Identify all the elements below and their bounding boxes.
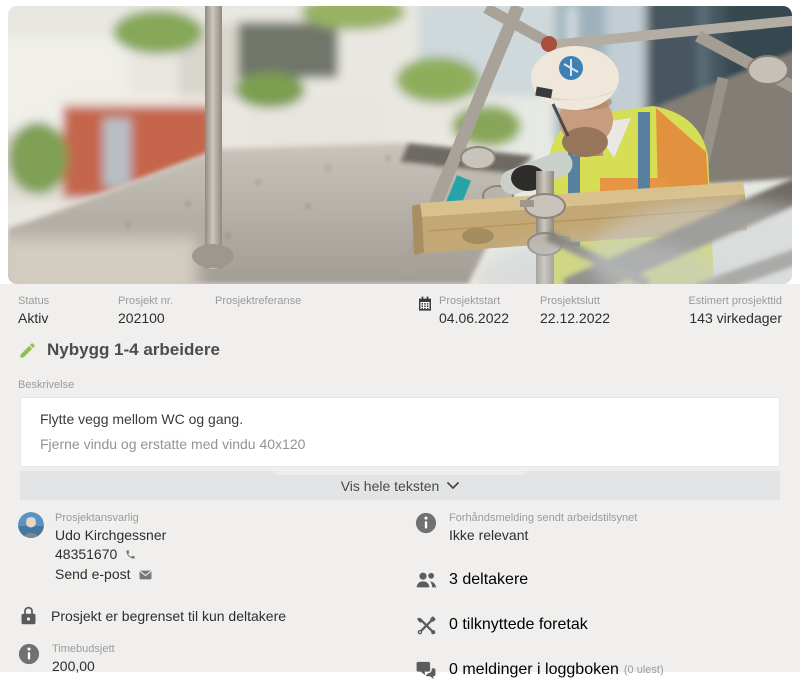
estimated-time-field: Estimert prosjekttid 143 virkedager <box>668 295 782 327</box>
project-page: Status Aktiv Prosjekt nr. 202100 Prosjek… <box>0 0 800 686</box>
hero-image-container <box>0 0 800 284</box>
phone-row[interactable]: 48351670 <box>55 546 166 564</box>
project-reference-field: Prosjektreferanse <box>215 295 417 327</box>
estimated-time-value: 143 virkedager <box>668 310 782 327</box>
show-full-text-label: Vis hele teksten <box>341 478 440 494</box>
project-details-panel: Status Aktiv Prosjekt nr. 202100 Prosjek… <box>0 284 800 672</box>
send-email-row[interactable]: Send e-post <box>55 566 166 584</box>
info-icon <box>415 512 437 534</box>
project-title-row: Nybygg 1-4 arbeidere <box>18 339 782 361</box>
status-label: Status <box>18 295 118 308</box>
chevron-down-icon <box>447 482 459 490</box>
description-line-2: Fjerne vindu og erstatte med vindu 40x12… <box>40 436 760 452</box>
time-budget-label: Timebudsjett <box>52 643 115 656</box>
avatar <box>18 512 44 538</box>
page-title: Nybygg 1-4 arbeidere <box>47 339 220 361</box>
status-row: Status Aktiv Prosjekt nr. 202100 Prosjek… <box>0 295 800 327</box>
status-field: Status Aktiv <box>18 295 118 327</box>
companies-row[interactable]: 0 tilknyttede foretak <box>415 614 782 636</box>
project-start-field: Prosjektstart 04.06.2022 <box>417 295 540 327</box>
project-start-value: 04.06.2022 <box>439 310 509 327</box>
info-icon <box>18 643 40 665</box>
show-full-text-button[interactable]: Vis hele teksten <box>20 471 780 500</box>
details-section: Prosjektansvarlig Udo Kirchgessner 48351… <box>18 512 782 681</box>
description-card: Flytte vegg mellom WC og gang. Fjerne vi… <box>20 397 780 467</box>
edit-pencil-icon <box>18 341 37 360</box>
project-number-value: 202100 <box>118 310 215 327</box>
project-end-value: 22.12.2022 <box>540 310 668 327</box>
details-left-column: Prosjektansvarlig Udo Kirchgessner 48351… <box>18 512 415 681</box>
project-number-label: Prosjekt nr. <box>118 295 215 308</box>
project-manager-name: Udo Kirchgessner <box>55 527 166 544</box>
prenotice-block: Forhåndsmelding sendt arbeidstilsynet Ik… <box>415 512 782 544</box>
companies-text: 0 tilknyttede foretak <box>449 616 588 634</box>
prenotice-label: Forhåndsmelding sendt arbeidstilsynet <box>449 512 637 525</box>
calendar-icon <box>417 296 433 312</box>
description-line-1: Flytte vegg mellom WC og gang. <box>40 411 760 427</box>
project-reference-label: Prosjektreferanse <box>215 295 417 308</box>
details-right-column: Forhåndsmelding sendt arbeidstilsynet Ik… <box>415 512 782 681</box>
phone-number[interactable]: 48351670 <box>55 546 117 562</box>
phone-icon <box>125 547 136 564</box>
hero-image <box>8 6 792 284</box>
chat-icon <box>415 659 437 681</box>
project-manager-block: Prosjektansvarlig Udo Kirchgessner 48351… <box>18 512 415 584</box>
time-budget-block: Timebudsjett 200,00 <box>18 643 415 675</box>
lock-icon <box>18 605 39 626</box>
prenotice-value: Ikke relevant <box>449 527 637 544</box>
participants-row[interactable]: 3 deltakere <box>415 569 782 591</box>
people-icon <box>415 569 437 591</box>
project-start-label: Prosjektstart <box>439 295 509 308</box>
restricted-project-row: Prosjekt er begrenset til kun deltakere <box>18 605 415 626</box>
project-end-field: Prosjektslutt 22.12.2022 <box>540 295 668 327</box>
time-budget-value: 200,00 <box>52 658 115 675</box>
project-number-field: Prosjekt nr. 202100 <box>118 295 215 327</box>
project-end-label: Prosjektslutt <box>540 295 668 308</box>
status-value: Aktiv <box>18 310 118 327</box>
logbook-row[interactable]: 0 meldinger i loggboken (0 ulest) <box>415 659 782 681</box>
restricted-project-text: Prosjekt er begrenset til kun deltakere <box>51 608 286 624</box>
send-email-link[interactable]: Send e-post <box>55 566 131 582</box>
logbook-unread-count: (0 ulest) <box>624 664 664 676</box>
project-manager-label: Prosjektansvarlig <box>55 512 166 525</box>
estimated-time-label: Estimert prosjekttid <box>668 295 782 308</box>
participants-text: 3 deltakere <box>449 571 528 589</box>
tools-icon <box>415 614 437 636</box>
envelope-icon <box>139 567 152 584</box>
description-label: Beskrivelse <box>18 379 782 392</box>
logbook-text: 0 meldinger i loggboken <box>449 661 619 679</box>
